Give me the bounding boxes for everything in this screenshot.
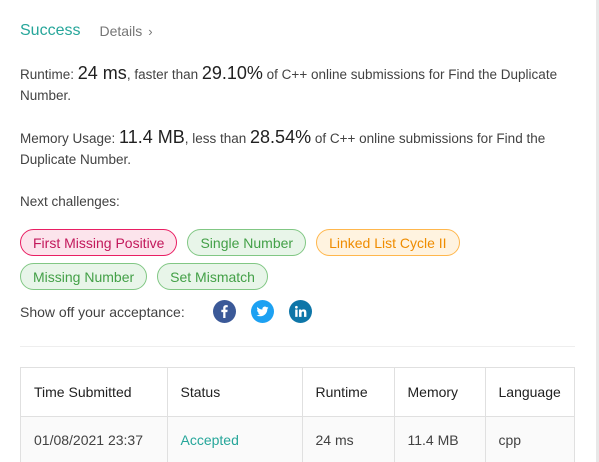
details-label: Details xyxy=(99,23,143,39)
details-link[interactable]: Details › xyxy=(99,23,152,39)
memory-percent: 28.54% xyxy=(250,127,312,147)
column-header-time-submitted: Time Submitted xyxy=(21,368,168,417)
twitter-icon[interactable] xyxy=(250,300,274,323)
cell-status-accepted[interactable]: Accepted xyxy=(167,416,303,462)
section-divider xyxy=(20,346,575,347)
submission-table: Time Submitted Status Runtime Memory Lan… xyxy=(20,367,575,462)
column-header-memory: Memory xyxy=(394,368,486,417)
next-challenges-list: First Missing Positive Single Number Lin… xyxy=(20,229,490,290)
column-header-language: Language xyxy=(485,368,574,417)
memory-comparison: , less than xyxy=(184,131,251,146)
column-header-runtime: Runtime xyxy=(302,368,395,417)
challenge-linked-list-cycle-ii[interactable]: Linked List Cycle II xyxy=(316,229,460,256)
share-label: Show off your acceptance: xyxy=(20,303,185,320)
cell-language: cpp xyxy=(485,416,574,462)
challenge-first-missing-positive[interactable]: First Missing Positive xyxy=(20,229,178,256)
runtime-summary: Runtime: 24 ms, faster than 29.10% of C+… xyxy=(20,63,585,106)
memory-summary: Memory Usage: 11.4 MB, less than 28.54% … xyxy=(20,127,585,170)
result-header: Success Details › xyxy=(20,22,153,40)
cell-runtime: 24 ms xyxy=(302,416,395,462)
cell-time-submitted: 01/08/2021 23:37 xyxy=(21,416,168,462)
linkedin-icon[interactable] xyxy=(288,300,312,323)
chevron-right-icon: › xyxy=(148,23,153,39)
cell-memory: 11.4 MB xyxy=(394,416,486,462)
success-title: Success xyxy=(20,22,81,39)
submission-result-page: Success Details › Runtime: 24 ms, faster… xyxy=(0,0,599,462)
challenge-single-number[interactable]: Single Number xyxy=(187,229,307,256)
facebook-icon[interactable] xyxy=(212,300,236,323)
next-challenges-label: Next challenges: xyxy=(20,194,120,209)
runtime-comparison: , faster than xyxy=(126,67,202,82)
table-row: 01/08/2021 23:37 Accepted 24 ms 11.4 MB … xyxy=(21,416,574,462)
memory-value: 11.4 MB xyxy=(119,127,185,147)
challenge-set-mismatch[interactable]: Set Mismatch xyxy=(157,263,268,290)
runtime-percent: 29.10% xyxy=(201,63,263,83)
runtime-label: Runtime: xyxy=(20,67,78,82)
table-header-row: Time Submitted Status Runtime Memory Lan… xyxy=(21,368,574,417)
memory-label: Memory Usage: xyxy=(20,131,120,146)
share-row: Show off your acceptance: xyxy=(20,300,312,323)
challenge-missing-number[interactable]: Missing Number xyxy=(20,263,148,290)
runtime-value: 24 ms xyxy=(77,63,127,83)
column-header-status: Status xyxy=(167,368,303,417)
